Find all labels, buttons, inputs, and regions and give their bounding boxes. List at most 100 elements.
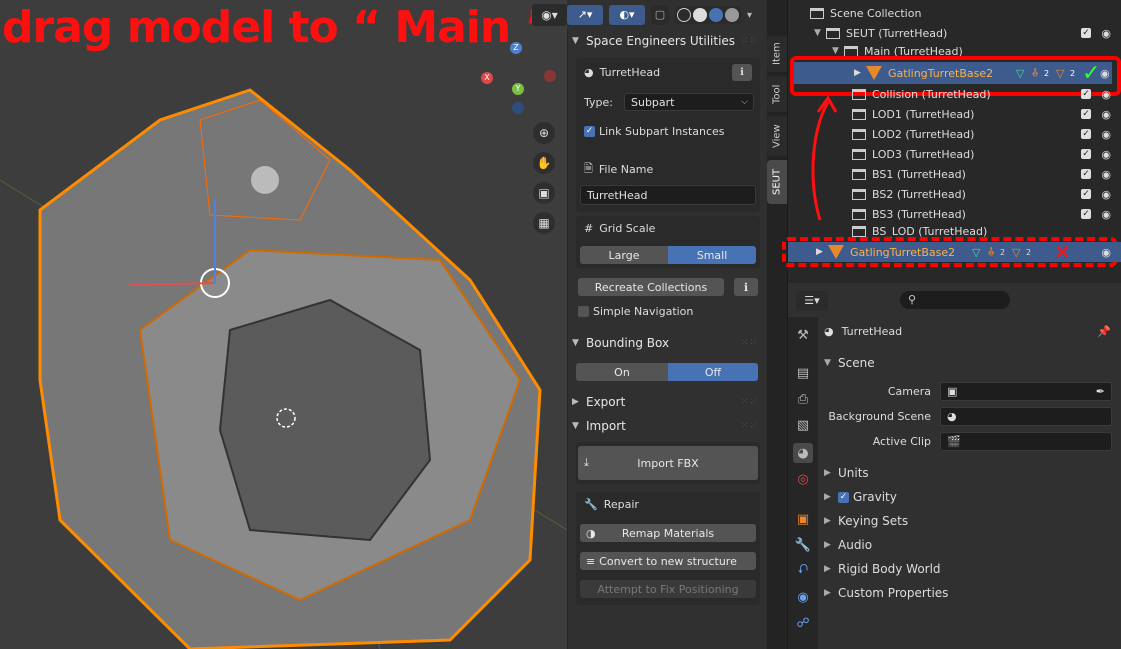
drag-grip-icon[interactable]: ⁙⁙ <box>741 338 758 348</box>
rigid-body-world-section[interactable]: ▶ Rigid Body World <box>824 559 941 579</box>
outliner-source-object[interactable]: ▶ GatlingTurretBase2 ▽ ⯗ 2 ▽ 2 ✕ ◉ <box>788 240 1121 264</box>
zoom-icon[interactable]: ⊕ <box>533 122 555 144</box>
import-fbx-button[interactable]: ⤓ Import FBX <box>578 446 758 480</box>
particles-icon[interactable]: ⮏ <box>793 561 813 581</box>
link-subpart-checkbox[interactable]: ✓ Link Subpart Instances <box>584 125 725 138</box>
solid-shading-icon[interactable] <box>693 8 707 22</box>
checkbox-icon[interactable]: ✓ <box>1081 109 1091 119</box>
scene-icon[interactable]: ◕ <box>793 443 813 463</box>
bounding-box-header[interactable]: ▼ Bounding Box ⁙⁙ <box>572 332 764 354</box>
bbox-on-button[interactable]: On <box>576 363 668 381</box>
physics-icon[interactable]: ◉ <box>793 587 813 607</box>
eye-icon[interactable]: ◉ <box>1101 88 1111 101</box>
tool-icon[interactable]: ⚒ <box>793 325 813 345</box>
checkbox-icon[interactable]: ✓ <box>1081 209 1091 219</box>
background-scene-field[interactable]: ◕ <box>940 407 1112 426</box>
seu-panel-header[interactable]: ▼ Space Engineers Utilities ⁙⁙ <box>572 30 764 52</box>
outliner-selected-object[interactable]: ▶ GatlingTurretBase2 ▽ ⯗ 2 ▽ 2 ✓ ◉ <box>794 61 1112 86</box>
outliner-root[interactable]: Scene Collection <box>788 3 1121 23</box>
xray-icon[interactable]: ▢ <box>651 5 669 25</box>
expand-arrow-icon[interactable]: ▼ <box>832 46 844 56</box>
neg-z-axis-icon[interactable] <box>512 102 524 114</box>
wireframe-shading-icon[interactable] <box>677 8 691 22</box>
visibility-dropdown-icon[interactable]: ◉▾ <box>532 4 567 26</box>
custom-properties-section[interactable]: ▶ Custom Properties <box>824 583 948 603</box>
tab-item[interactable]: Item <box>767 36 787 72</box>
neg-x-axis-icon[interactable] <box>544 70 556 82</box>
info-icon[interactable]: ℹ <box>732 64 752 81</box>
eye-icon[interactable]: ◉ <box>1101 108 1111 121</box>
camera-icon[interactable]: ▣ <box>533 182 555 204</box>
shading-dropdown-icon[interactable]: ▾ <box>747 10 752 21</box>
outliner-seut[interactable]: ▼ SEUT (TurretHead) ✓ ◉ <box>788 23 1121 43</box>
checkbox-icon[interactable]: ✓ <box>1081 28 1091 38</box>
eye-icon[interactable]: ◉ <box>1101 128 1111 141</box>
expand-arrow-icon[interactable]: ▶ <box>816 247 828 257</box>
pin-icon[interactable]: 📌 <box>1097 325 1111 338</box>
recreate-info-icon[interactable]: ℹ <box>734 278 758 296</box>
units-section[interactable]: ▶ Units <box>824 463 869 483</box>
x-axis-icon[interactable]: X <box>481 72 493 84</box>
grid-large-button[interactable]: Large <box>580 246 668 264</box>
active-clip-field[interactable]: 🎬 <box>940 432 1112 451</box>
gizmo-toggle-icon[interactable]: ↗▾ <box>567 5 603 25</box>
audio-section[interactable]: ▶ Audio <box>824 535 872 555</box>
tab-view[interactable]: View <box>767 116 787 156</box>
convert-structure-button[interactable]: ≡ Convert to new structure <box>580 552 756 570</box>
expand-arrow-icon[interactable]: ▼ <box>814 28 826 38</box>
output-icon[interactable]: ⎙ <box>793 389 813 409</box>
eye-icon[interactable]: ◉ <box>1100 67 1110 80</box>
checkbox-icon[interactable]: ✓ <box>1081 129 1091 139</box>
camera-field[interactable]: ▣ ✒ <box>940 382 1112 401</box>
checkbox-icon[interactable]: ✓ <box>1081 189 1091 199</box>
tab-tool[interactable]: Tool <box>767 76 787 112</box>
modifier-wrench-icon[interactable]: 🔧 <box>793 535 813 555</box>
material-icon: ◑ <box>586 526 596 540</box>
checkbox-icon[interactable]: ✓ <box>1081 169 1091 179</box>
eye-icon[interactable]: ◉ <box>1101 27 1111 40</box>
properties-search[interactable]: ⚲ <box>900 291 1010 309</box>
editor-type-dropdown[interactable]: ☰▾ <box>796 291 828 311</box>
eye-icon[interactable]: ◉ <box>1101 208 1111 221</box>
simple-navigation-checkbox[interactable]: Simple Navigation <box>578 305 693 318</box>
constraints-icon[interactable]: ☍ <box>793 613 813 633</box>
world-icon[interactable]: ◎ <box>793 469 813 489</box>
eye-icon[interactable]: ◉ <box>1101 188 1111 201</box>
remap-materials-button[interactable]: ◑ Remap Materials <box>580 524 756 542</box>
eye-icon[interactable]: ◉ <box>1101 246 1111 259</box>
checkbox-icon[interactable]: ✓ <box>1081 89 1091 99</box>
grid-view-icon[interactable]: ▦ <box>533 212 555 234</box>
drag-grip-icon[interactable]: ⁙⁙ <box>741 421 758 431</box>
export-header[interactable]: ▶ Export ⁙⁙ <box>572 391 764 413</box>
recreate-collections-button[interactable]: Recreate Collections <box>578 278 724 296</box>
y-axis-icon[interactable]: Y <box>512 83 524 95</box>
eyedropper-icon[interactable]: ✒ <box>1096 385 1105 398</box>
file-name-input[interactable]: TurretHead <box>580 185 756 205</box>
grid-small-button[interactable]: Small <box>668 246 756 264</box>
render-icon[interactable]: ▤ <box>793 363 813 383</box>
expand-arrow-icon[interactable]: ▶ <box>854 68 866 78</box>
bbox-off-button[interactable]: Off <box>668 363 758 381</box>
scene-section-header[interactable]: ▼ Scene <box>824 353 875 373</box>
3d-viewport[interactable]: drag model to “ Main ” Z X Y ⊕ ✋ ▣ ▦ ◉▾ <box>0 0 567 649</box>
rendered-shading-icon[interactable] <box>725 8 739 22</box>
tab-seut[interactable]: SEUT <box>767 160 787 204</box>
type-dropdown[interactable]: Subpart ⌵ <box>624 93 754 111</box>
object-icon[interactable]: ▣ <box>793 509 813 529</box>
drag-grip-icon[interactable]: ⁙⁙ <box>741 397 758 407</box>
gravity-checkbox-icon[interactable]: ✓ <box>838 491 849 503</box>
eye-icon[interactable]: ◉ <box>1101 148 1111 161</box>
navigation-gizmo[interactable]: Z X Y <box>480 40 560 120</box>
material-shading-icon[interactable] <box>709 8 723 22</box>
view-layer-icon[interactable]: ▧ <box>793 415 813 435</box>
checkbox-icon[interactable]: ✓ <box>1081 149 1091 159</box>
pan-hand-icon[interactable]: ✋ <box>533 152 555 174</box>
z-axis-icon[interactable]: Z <box>510 42 522 54</box>
drag-grip-icon[interactable]: ⁙⁙ <box>741 36 758 46</box>
chevron-down-icon: ⌵ <box>741 97 748 107</box>
import-header[interactable]: ▼ Import ⁙⁙ <box>572 415 764 437</box>
keying-sets-section[interactable]: ▶ Keying Sets <box>824 511 908 531</box>
eye-icon[interactable]: ◉ <box>1101 168 1111 181</box>
gravity-section[interactable]: ▶ ✓ Gravity <box>824 487 897 507</box>
overlay-toggle-icon[interactable]: ◐▾ <box>609 5 645 25</box>
